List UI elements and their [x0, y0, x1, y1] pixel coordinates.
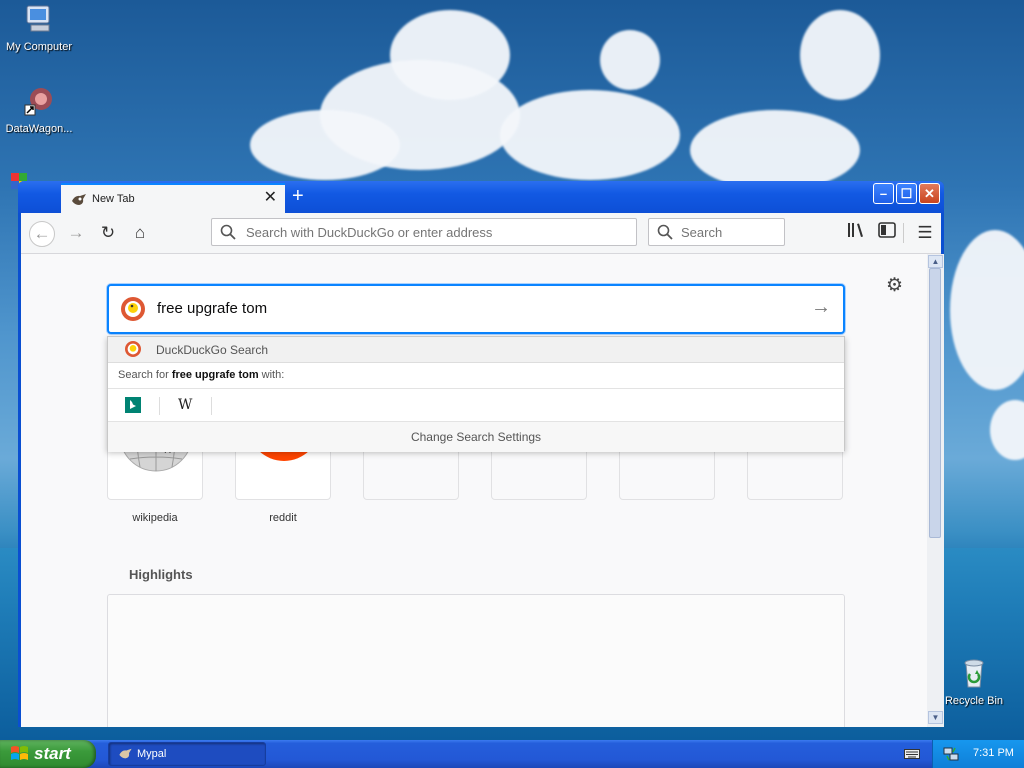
cloud: [690, 110, 860, 190]
top-site-label: reddit: [269, 512, 297, 524]
computer-icon: [26, 5, 50, 32]
network-icon[interactable]: [943, 746, 959, 762]
engine-separator: [159, 397, 160, 415]
page-search-input[interactable]: [155, 299, 759, 318]
suggestion-engine-label: DuckDuckGo Search: [156, 343, 269, 357]
menu-icon[interactable]: ☰: [914, 222, 936, 244]
sidebar-icon[interactable]: [876, 222, 898, 244]
title-bar[interactable]: New Tab ✕ + – ☐ ✕: [18, 181, 944, 213]
nav-toolbar: ← → ↻ ⌂ ☰: [21, 213, 941, 254]
home-button[interactable]: ⌂: [129, 222, 151, 244]
search-bar[interactable]: [648, 218, 785, 246]
cloud: [950, 230, 1024, 390]
new-tab-page: ⚙ Ω W wikipedia reddit Highl: [21, 254, 927, 727]
highlights-title: Highlights: [129, 567, 193, 582]
toolbar-separator: [903, 223, 904, 243]
cloud: [800, 10, 880, 100]
desktop-icon-label: Recycle Bin: [944, 695, 1004, 707]
forward-button[interactable]: →: [65, 222, 87, 244]
top-site-label: wikipedia: [132, 512, 178, 524]
back-button[interactable]: ←: [29, 221, 55, 247]
close-window-button[interactable]: ✕: [919, 183, 940, 204]
search-for-row: Search for free upgrafe tom with:: [108, 363, 844, 389]
new-tab-button[interactable]: +: [292, 185, 304, 207]
duckduckgo-icon: [125, 341, 141, 357]
scroll-up-icon[interactable]: ▲: [928, 255, 943, 268]
mypal-icon: [119, 748, 132, 759]
arrow-right-icon[interactable]: →: [811, 296, 831, 319]
desktop-icon-label: My Computer: [5, 41, 73, 53]
cloud: [390, 10, 510, 100]
search-input[interactable]: [679, 224, 778, 241]
scroll-down-icon[interactable]: ▼: [928, 711, 943, 724]
highlights-section: [107, 594, 845, 727]
cloud: [250, 110, 400, 180]
tab-new-tab[interactable]: New Tab ✕: [61, 183, 285, 213]
minimize-button[interactable]: –: [873, 183, 894, 204]
change-search-settings[interactable]: Change Search Settings: [108, 422, 844, 452]
gear-icon[interactable]: ⚙: [886, 274, 903, 297]
page-search-box[interactable]: →: [107, 284, 845, 334]
search-suggestions-popup: DuckDuckGo Search Search for free upgraf…: [107, 336, 845, 452]
scroll-thumb[interactable]: [929, 268, 941, 538]
search-icon: [657, 224, 673, 240]
search-icon: [220, 224, 236, 240]
browser-window: New Tab ✕ + – ☐ ✕ ← → ↻ ⌂ Search with Du…: [18, 181, 944, 727]
one-off-engines: W: [108, 389, 844, 422]
cloud: [600, 30, 660, 90]
clock[interactable]: 7:31 PM: [973, 747, 1014, 759]
taskbar: start Mypal 7:31 PM: [0, 740, 1024, 768]
cloud: [500, 90, 680, 180]
start-button[interactable]: start: [0, 740, 96, 768]
close-tab-icon[interactable]: ✕: [264, 189, 277, 207]
bing-icon[interactable]: [125, 397, 141, 413]
datawagon-icon: [24, 88, 52, 116]
library-icon[interactable]: [845, 222, 867, 244]
wikipedia-engine-icon[interactable]: W: [178, 397, 192, 413]
duckduckgo-icon: [121, 297, 145, 321]
system-tray: 7:31 PM: [932, 740, 1024, 768]
windows-logo-icon: [11, 746, 28, 760]
search-for-text: Search for free upgrafe tom with:: [118, 369, 285, 381]
tab-title: New Tab: [92, 193, 135, 205]
address-bar[interactable]: [211, 218, 637, 246]
reload-button[interactable]: ↻: [97, 222, 119, 244]
engine-separator: [211, 397, 212, 415]
address-input[interactable]: [244, 224, 628, 241]
desktop-icon-my-computer[interactable]: My Computer: [0, 3, 78, 53]
desktop-icon-datawagon[interactable]: DataWagon...: [0, 85, 78, 135]
cloud: [990, 400, 1024, 460]
suggestion-duckduckgo[interactable]: DuckDuckGo Search: [108, 337, 844, 363]
taskbar-item-mypal[interactable]: Mypal: [108, 742, 266, 766]
maximize-button[interactable]: ☐: [896, 183, 917, 204]
vertical-scrollbar[interactable]: ▲ ▼: [927, 254, 944, 727]
desktop-icon-label: DataWagon...: [5, 123, 73, 135]
desktop-icon-recycle-bin[interactable]: Recycle Bin: [935, 657, 1013, 707]
keyboard-icon[interactable]: [904, 747, 920, 761]
recycle-bin-icon: [964, 659, 984, 688]
mypal-favicon-icon: [72, 194, 86, 205]
